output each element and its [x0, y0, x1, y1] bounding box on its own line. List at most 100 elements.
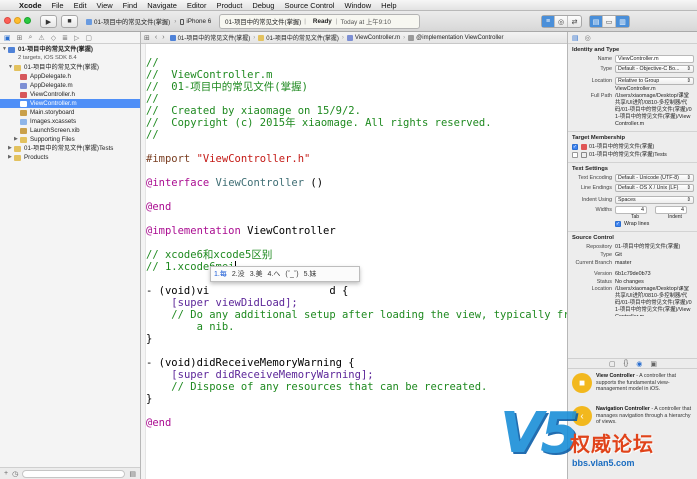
- media-library-icon[interactable]: ▣: [650, 360, 657, 368]
- tree-row[interactable]: ▶ Products: [0, 153, 140, 162]
- file-inspector-icon[interactable]: ▤: [572, 34, 579, 42]
- indent-width-field[interactable]: 4: [655, 206, 687, 214]
- name-field[interactable]: ViewController.m: [615, 55, 694, 63]
- wrap-lines-checkbox[interactable]: ✓ Wrap lines: [568, 220, 697, 228]
- symbol-icon[interactable]: ⊞: [17, 34, 23, 42]
- code-text[interactable]: //// ViewController.m// 01-项目中的常见文件(掌握) /…: [146, 45, 567, 429]
- navigator-filter-field[interactable]: [22, 469, 126, 478]
- class-name: ViewController: [215, 177, 305, 189]
- tree-row[interactable]: AppDelegate.m: [0, 81, 140, 90]
- checkbox-checked-icon[interactable]: ✓: [572, 144, 578, 150]
- menu-help[interactable]: Help: [376, 0, 401, 11]
- target-member-checkbox[interactable]: ✓ 01-项目中的常见文件(掌握): [568, 143, 697, 151]
- recent-icon[interactable]: ◷: [12, 470, 18, 478]
- forward-icon[interactable]: ›: [162, 34, 164, 41]
- menu-product[interactable]: Product: [211, 0, 247, 11]
- library-item-view-controller[interactable]: ■ View Controller - A controller that su…: [572, 373, 696, 393]
- filter-options-icon[interactable]: ▤: [129, 470, 136, 478]
- line-endings-popup[interactable]: Default - OS X / Unix (LF) ⇕: [615, 184, 694, 192]
- menu-editor[interactable]: Editor: [182, 0, 212, 11]
- assistant-editor-icon[interactable]: ◎: [555, 16, 568, 27]
- tree-row-label: Main.storyboard: [30, 109, 75, 116]
- tree-row[interactable]: LaunchScreen.xib: [0, 126, 140, 135]
- warning-icon[interactable]: ⚠: [38, 34, 44, 42]
- minimize-window-button[interactable]: [14, 17, 21, 24]
- ime-candidate[interactable]: 5.妹: [304, 269, 317, 279]
- breakpoint-icon[interactable]: ▷: [74, 34, 79, 42]
- ime-candidate[interactable]: (ˇ_ˇ): [285, 271, 298, 278]
- version-editor-icon[interactable]: ⇄: [568, 16, 581, 27]
- indent-caption: Indent: [668, 214, 682, 220]
- menu-view[interactable]: View: [92, 0, 118, 11]
- quick-help-icon[interactable]: ◎: [585, 34, 591, 42]
- tree-row-selected[interactable]: ViewController.m: [0, 99, 140, 108]
- menu-source-control[interactable]: Source Control: [279, 0, 339, 11]
- zoom-window-button[interactable]: [24, 17, 31, 24]
- prop-status: Status No changes: [568, 278, 697, 286]
- stop-button[interactable]: ■: [61, 15, 78, 28]
- menu-xcode[interactable]: Xcode: [14, 0, 47, 11]
- menu-navigate[interactable]: Navigate: [142, 0, 182, 11]
- storyboard-icon: [20, 109, 27, 116]
- ime-candidate[interactable]: 2.没: [232, 269, 245, 279]
- source-editor[interactable]: //// ViewController.m// 01-项目中的常见文件(掌握) /…: [141, 44, 567, 479]
- menu-debug[interactable]: Debug: [247, 0, 279, 11]
- ime-candidate[interactable]: 3.美: [250, 269, 263, 279]
- tree-row[interactable]: ▼ 01-项目中的常见文件(掌握): [0, 63, 140, 72]
- location-popup[interactable]: Relative to Group ⇕: [615, 77, 694, 85]
- editor-mode-control[interactable]: ≡ ◎ ⇄: [541, 15, 582, 28]
- target-member-checkbox[interactable]: 01-项目中的常见文件(掌握)Tests: [568, 151, 697, 159]
- tree-row[interactable]: ViewController.h: [0, 90, 140, 99]
- type-popup[interactable]: Default - Objective-C Bo... ⇕: [615, 65, 694, 73]
- debug-icon[interactable]: ≣: [62, 34, 68, 42]
- prop-label: Full Path: [590, 93, 612, 99]
- menu-file[interactable]: File: [47, 0, 69, 11]
- ime-candidate[interactable]: 1.每: [214, 269, 227, 279]
- navigator-toggle-icon[interactable]: ▤: [590, 16, 603, 27]
- encoding-popup[interactable]: Default - Unicode (UTF-8) ⇕: [615, 174, 694, 182]
- ime-candidate[interactable]: 4.へ: [268, 269, 281, 279]
- object-library-icon[interactable]: ◉: [636, 360, 642, 368]
- prop-fullpath: Full Path/Users/xiaomage/Desktop/课堂共享/UI…: [568, 93, 697, 128]
- debug-area-toggle-icon[interactable]: ▭: [603, 16, 616, 27]
- report-icon[interactable]: ▢: [85, 34, 92, 42]
- checkbox-unchecked-icon[interactable]: [572, 152, 578, 158]
- code-line: //: [146, 57, 159, 69]
- utilities-toggle-icon[interactable]: ▥: [616, 16, 629, 27]
- scheme-selector[interactable]: 01-项目中的常见文件(掌握) › iPhone 6: [86, 15, 219, 28]
- breadcrumb-item[interactable]: ViewController.m: [346, 34, 400, 41]
- run-button[interactable]: ▶: [40, 15, 57, 28]
- breadcrumb-item[interactable]: 01-项目中的常见文件(掌握): [169, 33, 250, 42]
- project-row[interactable]: ▼ 01-项目中的常见文件(掌握): [0, 45, 140, 54]
- file-template-icon[interactable]: ▢: [609, 360, 616, 368]
- tree-row[interactable]: Images.xcassets: [0, 117, 140, 126]
- library-item-navigation-controller[interactable]: ‹ Navigation Controller - A controller t…: [572, 406, 696, 426]
- back-icon[interactable]: ‹: [155, 34, 157, 41]
- activity-viewer: 01-项目中的常见文件(掌握) | Ready | Today at 上午9:1…: [219, 14, 420, 29]
- add-icon[interactable]: +: [4, 470, 8, 477]
- tree-row[interactable]: ▶ 01-项目中的常见文件(掌握)Tests: [0, 144, 140, 153]
- prop-branch: Current Branch master: [568, 259, 697, 267]
- tab-width-field[interactable]: 4: [615, 206, 647, 214]
- breadcrumb-item[interactable]: 01-项目中的常见文件(掌握): [258, 33, 339, 42]
- tree-row[interactable]: AppDelegate.h: [0, 72, 140, 81]
- tree-row[interactable]: ▶ Supporting Files: [0, 135, 140, 144]
- menu-edit[interactable]: Edit: [69, 0, 92, 11]
- xcodeproj-icon: [8, 46, 15, 53]
- class-icon: [408, 34, 415, 41]
- test-icon[interactable]: ◇: [51, 34, 56, 42]
- search-icon[interactable]: ⌕: [29, 34, 33, 42]
- code-snippet-icon[interactable]: {}: [624, 360, 629, 367]
- tree-row[interactable]: Main.storyboard: [0, 108, 140, 117]
- checkbox-checked-icon[interactable]: ✓: [615, 221, 621, 227]
- close-window-button[interactable]: [4, 17, 11, 24]
- folder-icon[interactable]: ▣: [4, 34, 11, 42]
- related-items-icon[interactable]: ⊞: [144, 34, 150, 42]
- standard-editor-icon[interactable]: ≡: [542, 16, 555, 27]
- indent-popup[interactable]: Spaces ⇕: [615, 196, 694, 204]
- view-toggle-control[interactable]: ▤ ▭ ▥: [589, 15, 630, 28]
- breadcrumb-item[interactable]: @implementation ViewController: [408, 34, 504, 41]
- view-controller-icon: ■: [572, 373, 592, 393]
- menu-find[interactable]: Find: [118, 0, 143, 11]
- menu-window[interactable]: Window: [339, 0, 376, 11]
